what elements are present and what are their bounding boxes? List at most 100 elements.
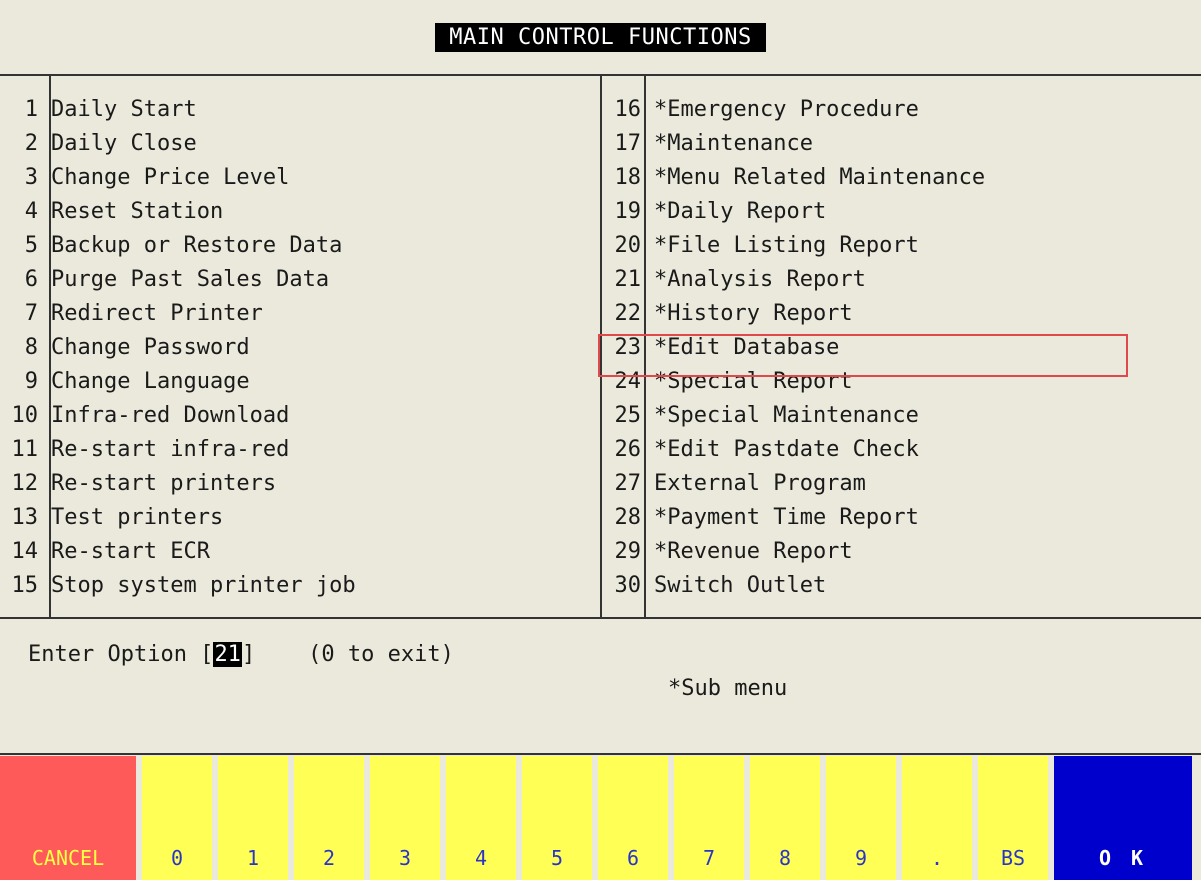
- option-number: 21: [614, 266, 642, 292]
- option-label: *Emergency Procedure: [654, 96, 919, 122]
- option-label: *History Report: [654, 300, 853, 326]
- option-number: 12: [11, 470, 39, 496]
- key-5-button[interactable]: 5: [522, 756, 598, 880]
- menu-option-10[interactable]: 10 Infra-red Download: [0, 398, 600, 432]
- option-label: Redirect Printer: [51, 300, 263, 326]
- option-label: Re-start printers: [51, 470, 277, 496]
- key-8-button[interactable]: 8: [750, 756, 826, 880]
- option-label: *Menu Related Maintenance: [654, 164, 986, 190]
- backspace-button[interactable]: BS: [978, 756, 1054, 880]
- option-number: 25: [614, 402, 642, 428]
- menu-option-1[interactable]: 1 Daily Start: [0, 92, 600, 126]
- option-number: 1: [24, 96, 38, 122]
- option-number: 27: [614, 470, 642, 496]
- menu-option-22[interactable]: 22 *History Report: [602, 296, 1201, 330]
- menu-option-11[interactable]: 11 Re-start infra-red: [0, 432, 600, 466]
- option-label: *Payment Time Report: [654, 504, 919, 530]
- option-number: 13: [11, 504, 39, 530]
- option-label: Daily Start: [51, 96, 197, 122]
- option-number: 6: [24, 266, 38, 292]
- option-number: 8: [24, 334, 38, 360]
- option-label: Switch Outlet: [654, 572, 827, 598]
- menu-option-17[interactable]: 17 *Maintenance: [602, 126, 1201, 160]
- option-number: 11: [11, 436, 39, 462]
- menu-option-30[interactable]: 30 Switch Outlet: [602, 568, 1201, 602]
- option-label: Backup or Restore Data: [51, 232, 343, 258]
- menu-option-7[interactable]: 7 Redirect Printer: [0, 296, 600, 330]
- option-number: 17: [614, 130, 642, 156]
- menu-option-6[interactable]: 6 Purge Past Sales Data: [0, 262, 600, 296]
- key-2-button[interactable]: 2: [294, 756, 370, 880]
- key-0-button[interactable]: 0: [142, 756, 218, 880]
- menu-option-12[interactable]: 12 Re-start printers: [0, 466, 600, 500]
- menu-option-18[interactable]: 18 *Menu Related Maintenance: [602, 160, 1201, 194]
- option-number: 14: [11, 538, 39, 564]
- option-number: 26: [614, 436, 642, 462]
- menu-option-21[interactable]: 21 *Analysis Report: [602, 262, 1201, 296]
- option-number: 18: [614, 164, 642, 190]
- menu-option-8[interactable]: 8 Change Password: [0, 330, 600, 364]
- option-label: Infra-red Download: [51, 402, 290, 428]
- menu-option-2[interactable]: 2 Daily Close: [0, 126, 600, 160]
- option-number: 20: [614, 232, 642, 258]
- cancel-button[interactable]: CANCEL: [0, 756, 142, 880]
- menu-option-28[interactable]: 28 *Payment Time Report: [602, 500, 1201, 534]
- keypad: CANCEL 0 1 2 3 4 5 6 7 8 9 . BS O K: [0, 756, 1201, 880]
- option-number: 28: [614, 504, 642, 530]
- menu-option-29[interactable]: 29 *Revenue Report: [602, 534, 1201, 568]
- option-label: Re-start ECR: [51, 538, 210, 564]
- option-input[interactable]: 21: [213, 642, 242, 667]
- option-number: 19: [614, 198, 642, 224]
- menu-option-9[interactable]: 9 Change Language: [0, 364, 600, 398]
- menu-option-15[interactable]: 15 Stop system printer job: [0, 568, 600, 602]
- key-7-button[interactable]: 7: [674, 756, 750, 880]
- key-4-button[interactable]: 4: [446, 756, 522, 880]
- option-label: Purge Past Sales Data: [51, 266, 330, 292]
- key-9-button[interactable]: 9: [826, 756, 902, 880]
- column-divider: [49, 75, 51, 617]
- option-label: *Analysis Report: [654, 266, 866, 292]
- option-label: *Maintenance: [654, 130, 813, 156]
- option-number: 30: [614, 572, 642, 598]
- option-number: 5: [24, 232, 38, 258]
- key-1-button[interactable]: 1: [218, 756, 294, 880]
- option-label: Daily Close: [51, 130, 197, 156]
- option-label: *Revenue Report: [654, 538, 853, 564]
- menu-option-27[interactable]: 27 External Program: [602, 466, 1201, 500]
- menu-option-14[interactable]: 14 Re-start ECR: [0, 534, 600, 568]
- ok-button[interactable]: O K: [1054, 756, 1192, 880]
- option-label: Change Price Level: [51, 164, 290, 190]
- menu-option-16[interactable]: 16 *Emergency Procedure: [602, 92, 1201, 126]
- prompt-area: Enter Option [21] (0 to exit) *Sub menu: [0, 618, 1201, 755]
- menu-option-26[interactable]: 26 *Edit Pastdate Check: [602, 432, 1201, 466]
- menu-column-left: 1 Daily Start 2 Daily Close 3 Change Price Le…: [0, 75, 600, 617]
- option-prompt-close: ]: [241, 642, 256, 667]
- option-label: External Program: [654, 470, 866, 496]
- menu-option-25[interactable]: 25 *Special Maintenance: [602, 398, 1201, 432]
- option-label: Reset Station: [51, 198, 224, 224]
- option-number: 15: [11, 572, 39, 598]
- exit-hint: (0 to exit): [255, 642, 454, 667]
- option-label: *Special Maintenance: [654, 402, 919, 428]
- menu-option-20[interactable]: 20 *File Listing Report: [602, 228, 1201, 262]
- option-number: 9: [24, 368, 38, 394]
- option-number: 29: [614, 538, 642, 564]
- key-dot-button[interactable]: .: [902, 756, 978, 880]
- menu-option-5[interactable]: 5 Backup or Restore Data: [0, 228, 600, 262]
- option-number: 22: [614, 300, 642, 326]
- menu-option-3[interactable]: 3 Change Price Level: [0, 160, 600, 194]
- option-prompt-label: Enter Option [: [28, 642, 214, 667]
- key-6-button[interactable]: 6: [598, 756, 674, 880]
- option-label: *Daily Report: [654, 198, 827, 224]
- option-number: 4: [24, 198, 38, 224]
- option-label: Re-start infra-red: [51, 436, 290, 462]
- option-label: *File Listing Report: [654, 232, 919, 258]
- menu-option-4[interactable]: 4 Reset Station: [0, 194, 600, 228]
- selected-option-highlight: [598, 334, 1128, 377]
- option-label: Stop system printer job: [51, 572, 356, 598]
- menu-option-19[interactable]: 19 *Daily Report: [602, 194, 1201, 228]
- menu-option-13[interactable]: 13 Test printers: [0, 500, 600, 534]
- title-bar: MAIN CONTROL FUNCTIONS: [0, 0, 1201, 76]
- option-number: 7: [24, 300, 38, 326]
- key-3-button[interactable]: 3: [370, 756, 446, 880]
